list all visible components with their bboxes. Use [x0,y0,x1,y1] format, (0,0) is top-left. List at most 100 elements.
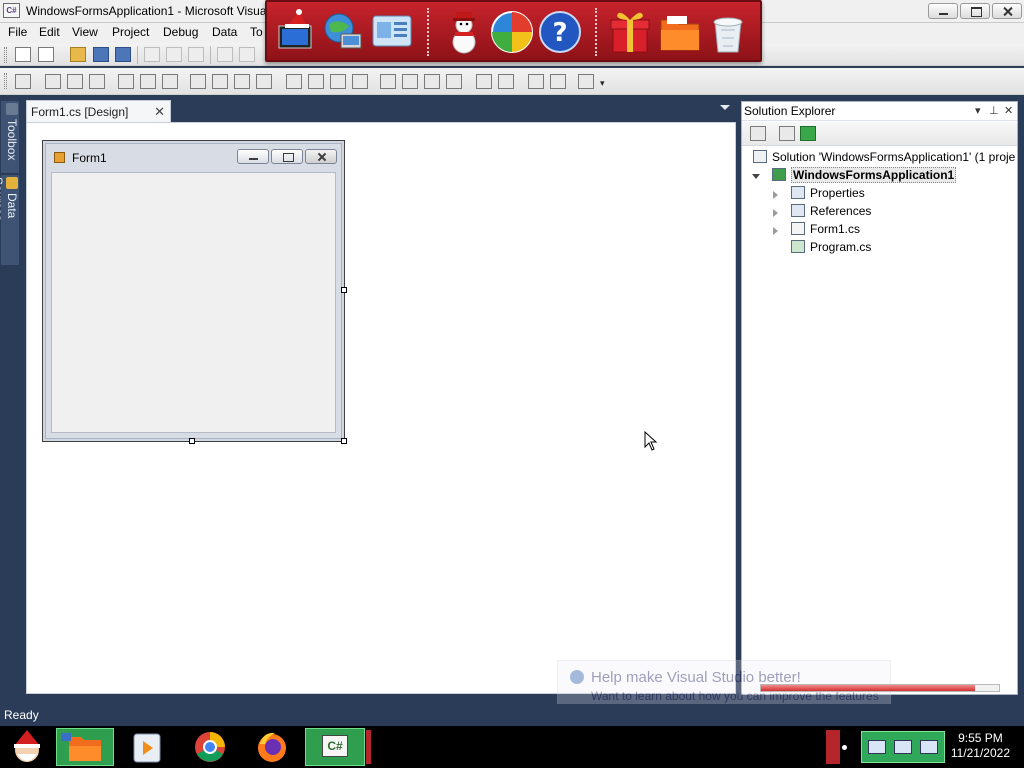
remove-horizontal-spacing-icon[interactable] [352,74,368,89]
align-centers-icon[interactable] [67,74,83,89]
make-same-size-icon[interactable] [256,74,272,89]
data-sources-tab[interactable]: Data Sources [0,175,19,265]
toolbar-overflow-icon[interactable]: ▾ [600,78,605,89]
redo-icon[interactable] [239,47,255,62]
tab-form1-design[interactable]: Form1.cs [Design] ✕ [26,100,171,122]
form-designer-window[interactable]: Form1 [42,140,345,442]
increase-vertical-spacing-icon[interactable] [402,74,418,89]
snowman-icon[interactable] [441,8,487,56]
menu-file[interactable]: File [8,25,27,39]
align-tops-icon[interactable] [118,74,134,89]
santa-computer-icon[interactable] [273,8,319,56]
expand-arrow-icon[interactable] [773,227,778,235]
recycle-bin-icon[interactable] [705,8,751,56]
toolbar-grip[interactable] [4,73,7,89]
align-bottoms-icon[interactable] [162,74,178,89]
firefox-browser-icon[interactable] [255,728,289,766]
menu-edit[interactable]: Edit [39,25,60,39]
vertical-spacing-equal-icon[interactable] [380,74,396,89]
visual-studio-app-icon[interactable]: C# [3,3,20,18]
toolbox-tab[interactable]: Toolbox [1,101,19,173]
panel-close-icon[interactable]: ✕ [1004,104,1013,117]
open-file-icon[interactable] [70,47,86,62]
align-to-grid-icon[interactable] [15,74,31,89]
close-button[interactable] [992,3,1022,19]
media-player-icon[interactable] [130,728,164,766]
undo-icon[interactable] [217,47,233,62]
tree-label: Properties [810,186,865,200]
new-project-icon[interactable] [15,47,31,62]
panel-dropdown-icon[interactable]: ▾ [975,104,981,117]
expand-arrow-icon[interactable] [773,191,778,199]
chrome-browser-icon[interactable] [193,728,227,766]
align-lefts-icon[interactable] [45,74,61,89]
menu-debug[interactable]: Debug [163,25,198,39]
tree-node-program[interactable]: Program.cs [791,240,871,258]
network-globe-icon[interactable] [319,8,365,56]
pin-icon[interactable]: ⊥ [989,104,999,117]
remove-vertical-spacing-icon[interactable] [446,74,462,89]
copy-icon[interactable] [166,47,182,62]
tree-node-project[interactable]: WindowsFormsApplication1 [752,167,957,186]
show-all-files-icon[interactable] [779,126,795,141]
tab-dropdown-icon[interactable] [720,105,730,110]
menu-data[interactable]: Data [212,25,237,39]
save-all-icon[interactable] [115,47,131,62]
start-santa-icon[interactable] [2,728,52,766]
increase-horizontal-spacing-icon[interactable] [308,74,324,89]
align-rights-icon[interactable] [89,74,105,89]
design-surface[interactable]: Form1 [26,122,736,694]
help-question-icon[interactable]: ? [537,8,583,56]
resize-handle-bottom[interactable] [189,438,195,444]
refresh-icon[interactable] [800,126,816,141]
tree-node-form1[interactable]: Form1.cs [773,222,860,240]
decrease-vertical-spacing-icon[interactable] [424,74,440,89]
form-minimize-icon[interactable] [237,149,269,164]
minimize-button[interactable] [928,3,958,19]
tree-node-references[interactable]: References [773,204,871,222]
expand-arrow-icon[interactable] [752,174,760,179]
taskbar-file-explorer[interactable] [56,728,114,766]
resize-handle-corner[interactable] [341,438,347,444]
center-vertically-icon[interactable] [498,74,514,89]
network-tray-icon[interactable] [868,740,886,754]
align-middles-icon[interactable] [140,74,156,89]
size-to-grid-icon[interactable] [212,74,228,89]
taskbar-visual-studio[interactable]: C# [305,728,365,766]
add-item-icon[interactable] [38,47,54,62]
collapse-all-icon[interactable] [750,126,766,141]
send-to-back-icon[interactable] [550,74,566,89]
form-maximize-icon[interactable] [271,149,303,164]
toolbar-grip[interactable] [4,47,7,63]
menu-view[interactable]: View [72,25,98,39]
gift-box-icon[interactable] [607,8,653,56]
taskbar-clock[interactable]: 9:55 PM 11/21/2022 [951,731,1010,761]
restore-button[interactable] [960,3,990,19]
center-horizontally-icon[interactable] [476,74,492,89]
control-panel-icon[interactable] [369,8,415,56]
windows-update-shield-icon[interactable] [489,8,535,56]
bring-to-front-icon[interactable] [528,74,544,89]
menu-project[interactable]: Project [112,25,149,39]
form-close-icon[interactable] [305,149,337,164]
tree-node-solution[interactable]: Solution 'WindowsFormsApplication1' (1 p… [753,150,1015,168]
make-same-height-icon[interactable] [234,74,250,89]
tree-node-properties[interactable]: Properties [773,186,865,204]
close-tab-icon[interactable]: ✕ [154,104,165,120]
folder-icon[interactable] [657,8,703,56]
cut-icon[interactable] [144,47,160,62]
resize-handle-right[interactable] [341,287,347,293]
horizontal-spacing-equal-icon[interactable] [286,74,302,89]
make-same-width-icon[interactable] [190,74,206,89]
expand-arrow-icon[interactable] [773,209,778,217]
volume-tray-icon[interactable] [920,740,938,754]
menu-tools[interactable]: To [250,25,263,39]
save-icon[interactable] [93,47,109,62]
tab-order-icon[interactable] [578,74,594,89]
paste-icon[interactable] [188,47,204,62]
form-client-area[interactable] [51,172,336,433]
display-tray-icon[interactable] [894,740,912,754]
show-desktop-button[interactable] [826,730,840,764]
form-title-bar[interactable]: Form1 [50,147,337,169]
decrease-horizontal-spacing-icon[interactable] [330,74,346,89]
